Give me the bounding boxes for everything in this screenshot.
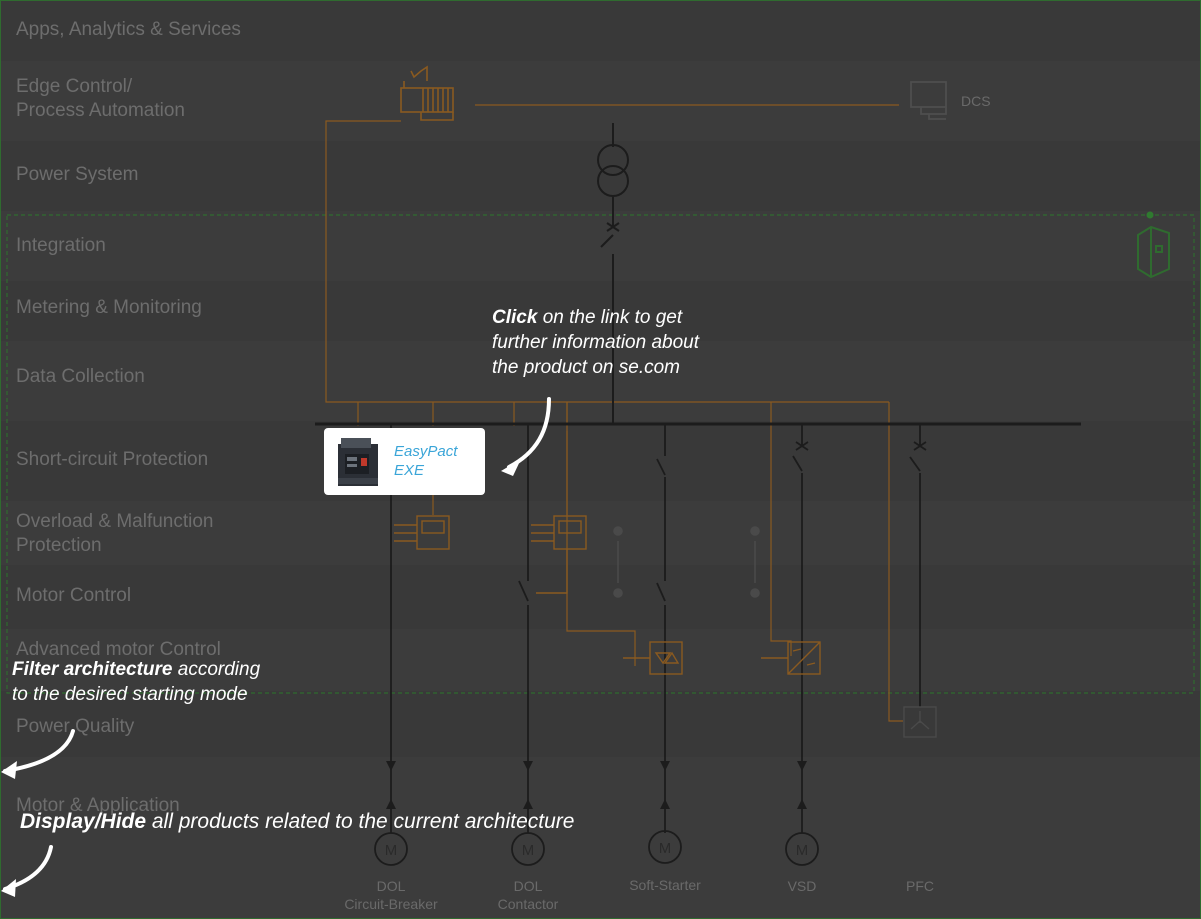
architecture-diagram: M M M M DCS — [1, 65, 1195, 897]
feeder-label-pfc: PFC — [906, 878, 934, 894]
product-card-easypact-exe[interactable]: EasyPact EXE — [324, 428, 485, 495]
motor-symbol-2: M — [522, 842, 535, 859]
control-network — [325, 120, 903, 722]
feeder-label-dol-cb: DOL Circuit-Breaker — [344, 878, 438, 912]
click-arrow — [507, 397, 551, 469]
overload-relay-2 — [531, 515, 587, 594]
feeder-label-vsd: VSD — [787, 878, 817, 894]
dcs-label: DCS — [961, 93, 991, 109]
architecture-overlay: Apps, Analytics & Services Edge Control/… — [0, 0, 1201, 919]
circuit-breaker-product-image — [338, 438, 378, 486]
motor-symbol-1: M — [385, 842, 398, 859]
bypass-links — [613, 526, 760, 598]
feeder-label-dol-contactor: DOL Contactor — [497, 878, 559, 912]
annotation-filter-bold: Filter architecture — [12, 659, 173, 680]
motor-symbol-3: M — [659, 840, 672, 857]
annotation-click-bold: Click — [492, 307, 538, 328]
overload-relay-1 — [394, 515, 450, 550]
pfc-block — [903, 706, 937, 738]
enclosure-boundary — [6, 214, 1195, 694]
motor-symbols: M M M M — [385, 840, 809, 859]
cabinet-icon — [1137, 225, 1170, 279]
dcs-icon — [910, 81, 947, 120]
annotation-display-text: all products related to the current arch… — [146, 810, 575, 833]
plc-icon — [400, 65, 454, 121]
enclosure-dot — [1146, 211, 1154, 219]
annotation-filter-help: Filter architecture according to the des… — [12, 657, 312, 707]
motor-icons — [374, 830, 819, 866]
flow-arrows — [386, 761, 807, 809]
product-link[interactable]: EasyPact EXE — [394, 442, 479, 480]
annotation-click-help: Click on the link to get further informa… — [492, 305, 752, 380]
soft-starter-block — [623, 641, 683, 675]
annotation-display-bold: Display/Hide — [20, 810, 147, 833]
motor-symbol-4: M — [796, 842, 809, 859]
annotation-display-help: Display/Hide all products related to the… — [20, 809, 720, 834]
feeder-label-soft-starter: Soft-Starter — [629, 877, 701, 893]
